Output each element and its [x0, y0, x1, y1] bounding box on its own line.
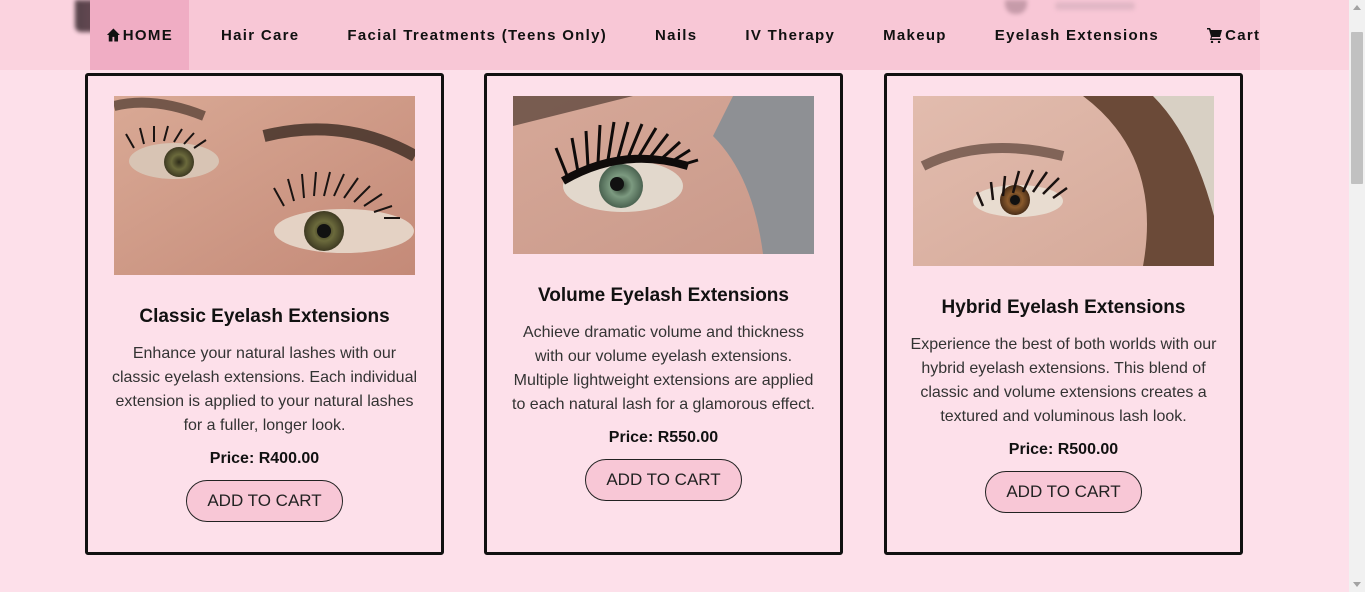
product-description: Achieve dramatic volume and thickness wi… [512, 324, 815, 413]
product-title: Classic Eyelash Extensions [139, 306, 390, 327]
scroll-up-arrow-icon[interactable] [1353, 5, 1361, 10]
scrollbar-thumb[interactable] [1351, 32, 1363, 184]
product-title: Volume Eyelash Extensions [538, 285, 789, 306]
product-price: Price: R550.00 [608, 429, 719, 446]
scroll-down-arrow-icon[interactable] [1353, 582, 1361, 587]
eye-photo-volume [513, 96, 814, 254]
nav-item-label: Hair Care [221, 26, 300, 44]
product-description: Experience the best of both worlds with … [910, 336, 1217, 425]
nav-item-facial-treatments[interactable]: Facial Treatments (Teens Only) [347, 0, 607, 70]
product-title: Hybrid Eyelash Extensions [941, 297, 1186, 318]
nav-item-label: Nails [655, 26, 698, 44]
add-to-cart-button[interactable]: ADD TO CART [585, 459, 742, 501]
product-price: Price: R500.00 [1008, 441, 1119, 458]
nav-item-label: HOME [122, 26, 173, 44]
cart-icon [1207, 28, 1223, 43]
vertical-scrollbar[interactable] [1349, 0, 1365, 592]
nav-item-cart[interactable]: Cart [1207, 0, 1260, 70]
nav-item-makeup[interactable]: Makeup [883, 0, 947, 70]
product-description: Enhance your natural lashes with our cla… [111, 345, 418, 434]
product-image [513, 96, 814, 254]
add-to-cart-button[interactable]: ADD TO CART [985, 471, 1142, 513]
home-icon [106, 28, 120, 42]
add-to-cart-button[interactable]: ADD TO CART [186, 480, 343, 522]
nav-item-hair-care[interactable]: Hair Care [221, 0, 299, 70]
product-image [913, 96, 1214, 266]
nav-item-label: Eyelash Extensions [994, 26, 1160, 44]
product-card-volume: Volume Eyelash Extensions Achieve dramat… [484, 73, 843, 555]
nav-item-iv-therapy[interactable]: IV Therapy [745, 0, 835, 70]
eye-photo-classic [114, 96, 415, 275]
product-price: Price: R400.00 [209, 450, 320, 467]
product-image [114, 96, 415, 275]
nav-item-label: Makeup [883, 26, 947, 44]
product-card-hybrid: Hybrid Eyelash Extensions Experience the… [884, 73, 1243, 555]
top-navbar: HOME Hair Care Facial Treatments (Teens … [0, 0, 1349, 70]
nav-item-eyelash-extensions[interactable]: Eyelash Extensions [995, 0, 1159, 70]
nav-item-label: Facial Treatments (Teens Only) [347, 26, 608, 44]
nav-item-nails[interactable]: Nails [655, 0, 697, 70]
nav-menu: HOME Hair Care Facial Treatments (Teens … [90, 0, 1260, 70]
eye-photo-hybrid [913, 96, 1214, 266]
nav-item-label: IV Therapy [745, 26, 836, 44]
product-card-classic: Classic Eyelash Extensions Enhance your … [85, 73, 444, 555]
nav-item-label: Cart [1225, 26, 1261, 44]
nav-item-home[interactable]: HOME [90, 0, 189, 70]
